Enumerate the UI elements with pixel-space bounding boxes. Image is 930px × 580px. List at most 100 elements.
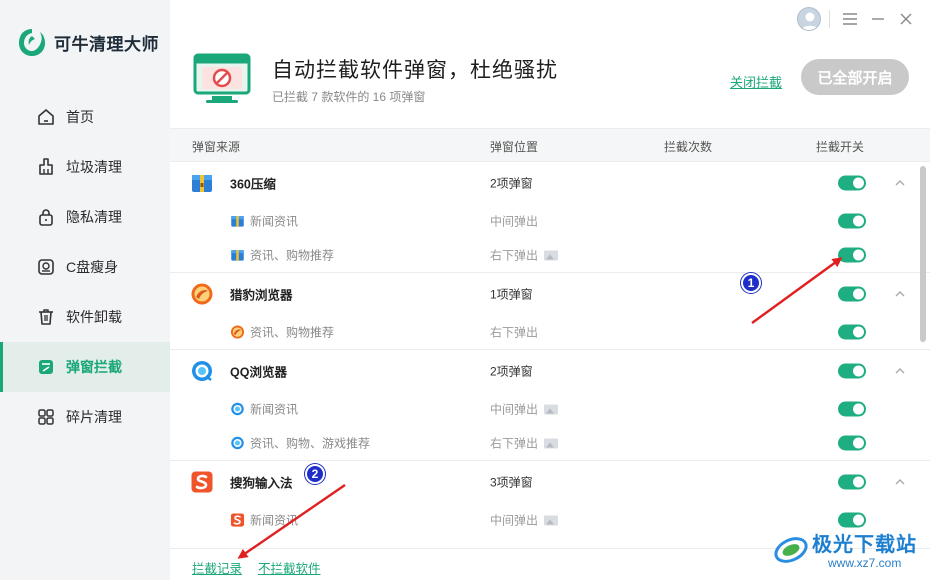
cheetah-browser-icon bbox=[190, 282, 214, 306]
preview-image-icon[interactable] bbox=[544, 404, 559, 415]
popup-name: 新闻资讯 bbox=[250, 214, 299, 229]
block-records-link[interactable]: 拦截记录 bbox=[192, 558, 242, 577]
popup-position: 中间弹出 bbox=[490, 512, 559, 529]
block-toggle[interactable] bbox=[838, 435, 866, 451]
table-row: 新闻资讯 中间弹出 bbox=[170, 392, 930, 426]
block-toggle[interactable] bbox=[838, 286, 866, 302]
menu-button[interactable] bbox=[836, 5, 864, 33]
table-row: 360压缩 2项弹窗 bbox=[170, 162, 930, 204]
menu-icon bbox=[843, 13, 857, 25]
chevron-up-icon[interactable] bbox=[894, 177, 906, 189]
user-avatar-button[interactable] bbox=[795, 5, 823, 33]
popup-position: 右下弹出 bbox=[490, 247, 559, 264]
table-row: 资讯、购物推荐 右下弹出 bbox=[170, 315, 930, 349]
blocked-summary: 已拦截 7 款软件的 16 项弹窗 bbox=[272, 90, 426, 104]
software-name: 搜狗输入法 bbox=[230, 476, 293, 491]
title-bar-divider bbox=[829, 10, 830, 28]
preview-image-icon[interactable] bbox=[544, 250, 559, 261]
block-toggle[interactable] bbox=[838, 247, 866, 263]
cheetah-browser-icon bbox=[230, 325, 245, 340]
popup-position: 右下弹出 bbox=[490, 325, 539, 340]
annotation-badge-2: 2 bbox=[305, 464, 325, 484]
sidebar-item-label: 软件卸载 bbox=[66, 309, 122, 325]
block-toggle[interactable] bbox=[838, 512, 866, 528]
page-title: 自动拦截软件弹窗，杜绝骚扰 bbox=[272, 59, 558, 82]
all-enabled-button[interactable]: 已全部开启 bbox=[801, 59, 909, 95]
popup-position: 1项弹窗 bbox=[490, 287, 533, 302]
preview-image-icon[interactable] bbox=[544, 515, 559, 526]
sogou-input-icon bbox=[230, 513, 245, 528]
software-group: 搜狗输入法 3项弹窗 新闻资讯 中间弹出 bbox=[170, 461, 930, 537]
sidebar-item-label: 垃圾清理 bbox=[66, 159, 122, 175]
sidebar-item-label: C盘瘦身 bbox=[66, 259, 119, 275]
column-header-position: 弹窗位置 bbox=[490, 140, 539, 154]
sogou-input-icon bbox=[190, 470, 214, 494]
chevron-up-icon[interactable] bbox=[894, 288, 906, 300]
not-blocked-software-link[interactable]: 不拦截软件 bbox=[258, 558, 321, 577]
popup-position: 中间弹出 bbox=[490, 214, 539, 229]
grid-icon bbox=[36, 407, 56, 427]
table-row: 资讯、购物推荐 右下弹出 bbox=[170, 238, 930, 272]
preview-image-icon[interactable] bbox=[544, 438, 559, 449]
archive-360-icon bbox=[190, 171, 214, 195]
popup-position: 中间弹出 bbox=[490, 401, 559, 418]
sidebar-item-label: 首页 bbox=[66, 109, 94, 125]
watermark: 极光下载站 www.xz7.com bbox=[772, 528, 922, 572]
block-toggle[interactable] bbox=[838, 213, 866, 229]
block-toggle[interactable] bbox=[838, 324, 866, 340]
popup-window-block-icon bbox=[192, 52, 252, 106]
disable-blocking-link[interactable]: 关闭拦截 bbox=[730, 72, 782, 91]
avatar bbox=[797, 7, 821, 31]
chevron-up-icon[interactable] bbox=[894, 365, 906, 377]
annotation-badge-1: 1 bbox=[741, 273, 761, 293]
popup-name: 资讯、购物推荐 bbox=[250, 248, 335, 263]
page-header: 自动拦截软件弹窗，杜绝骚扰 已拦截 7 款软件的 16 项弹窗 关闭拦截 已全部… bbox=[170, 38, 930, 128]
archive-360-icon bbox=[230, 214, 245, 229]
sidebar-item-popup-block[interactable]: 弹窗拦截 bbox=[0, 342, 170, 392]
block-toggle[interactable] bbox=[838, 175, 866, 191]
chevron-up-icon[interactable] bbox=[894, 476, 906, 488]
column-header-switch: 拦截开关 bbox=[816, 140, 865, 154]
block-toggle[interactable] bbox=[838, 401, 866, 417]
trash-icon bbox=[36, 307, 56, 327]
software-group: 猎豹浏览器 1项弹窗 资讯、购物推荐 右下弹出 bbox=[170, 273, 930, 350]
sidebar-item-home[interactable]: 首页 bbox=[0, 92, 170, 142]
sidebar-item-defrag[interactable]: 碎片清理 bbox=[0, 392, 170, 442]
table-row: 新闻资讯 中间弹出 bbox=[170, 204, 930, 238]
broom-icon bbox=[36, 157, 56, 177]
table-row: QQ浏览器 2项弹窗 bbox=[170, 350, 930, 392]
software-name: QQ浏览器 bbox=[230, 365, 287, 380]
close-icon bbox=[900, 13, 912, 25]
column-header-source: 弹窗来源 bbox=[192, 140, 241, 154]
sidebar-item-c-drive-slim[interactable]: C盘瘦身 bbox=[0, 242, 170, 292]
sidebar: 可牛清理大师 首页 垃圾清理 隐私清理 C盘瘦身 软件卸载 弹窗拦截 碎片清理 bbox=[0, 0, 170, 580]
popup-position: 右下弹出 bbox=[490, 435, 559, 452]
app-name: 可牛清理大师 bbox=[54, 34, 159, 54]
popup-position: 3项弹窗 bbox=[490, 475, 533, 490]
popup-position: 2项弹窗 bbox=[490, 176, 533, 191]
popup-position: 2项弹窗 bbox=[490, 364, 533, 379]
minimize-icon bbox=[872, 18, 884, 20]
software-group: 360压缩 2项弹窗 新闻资讯 中间弹出 资讯、购物推荐 右下弹出 bbox=[170, 162, 930, 273]
popup-name: 资讯、购物推荐 bbox=[250, 325, 335, 340]
block-toggle[interactable] bbox=[838, 363, 866, 379]
qq-browser-icon bbox=[230, 402, 245, 417]
title-bar bbox=[770, 0, 930, 38]
table-row: 搜狗输入法 3项弹窗 bbox=[170, 461, 930, 503]
qq-browser-icon bbox=[230, 436, 245, 451]
popup-name: 新闻资讯 bbox=[250, 513, 299, 528]
sidebar-item-label: 碎片清理 bbox=[66, 409, 122, 425]
close-window-button[interactable] bbox=[892, 5, 920, 33]
minimize-button[interactable] bbox=[864, 5, 892, 33]
table-row: 猎豹浏览器 1项弹窗 bbox=[170, 273, 930, 315]
watermark-logo-icon bbox=[774, 537, 808, 563]
sidebar-item-label: 弹窗拦截 bbox=[66, 359, 122, 375]
sidebar-item-privacy-clean[interactable]: 隐私清理 bbox=[0, 192, 170, 242]
list-scrollbar[interactable] bbox=[920, 166, 926, 342]
block-toggle[interactable] bbox=[838, 474, 866, 490]
home-icon bbox=[36, 107, 56, 127]
watermark-text: 极光下载站 bbox=[812, 534, 917, 556]
sidebar-item-uninstall[interactable]: 软件卸载 bbox=[0, 292, 170, 342]
sidebar-item-junk-clean[interactable]: 垃圾清理 bbox=[0, 142, 170, 192]
lock-icon bbox=[36, 207, 56, 227]
